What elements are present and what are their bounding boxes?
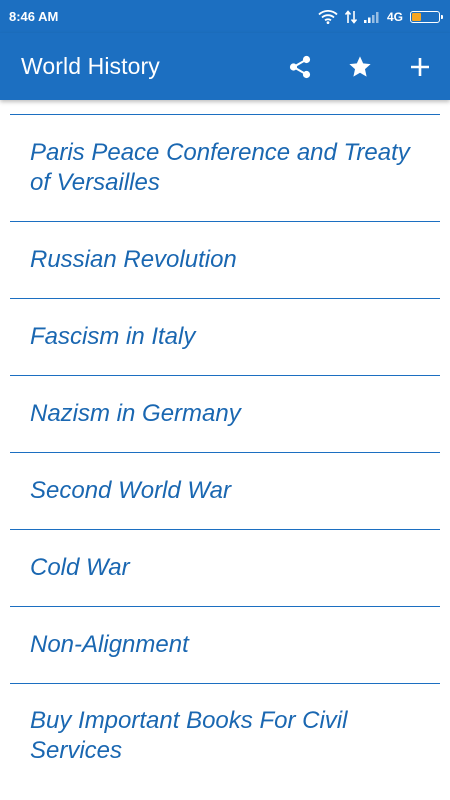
status-icons: 4G bbox=[318, 9, 443, 24]
battery-level bbox=[412, 12, 422, 21]
add-button[interactable] bbox=[390, 33, 450, 100]
network-type: 4G bbox=[386, 9, 403, 24]
topic-item[interactable]: Nazism in Germany bbox=[10, 376, 440, 453]
topic-item[interactable]: Paris Peace Conference and Treaty of Ver… bbox=[10, 115, 440, 222]
topic-list: Paris Peace Conference and Treaty of Ver… bbox=[10, 115, 440, 784]
status-bar: 8:46 AM 4G bbox=[0, 0, 450, 33]
data-transfer-icon bbox=[344, 9, 357, 24]
topic-item[interactable]: Buy Important Books For Civil Services bbox=[10, 684, 440, 784]
plus-icon bbox=[409, 56, 431, 78]
signal-icon bbox=[363, 11, 380, 23]
star-icon bbox=[347, 54, 373, 80]
topic-item[interactable]: Fascism in Italy bbox=[10, 299, 440, 376]
status-time: 8:46 AM bbox=[9, 9, 59, 24]
wifi-icon bbox=[318, 9, 338, 24]
app-title: World History bbox=[21, 53, 160, 79]
share-icon bbox=[287, 54, 313, 80]
topic-item[interactable]: Second World War bbox=[10, 453, 440, 530]
app-bar: World History bbox=[0, 33, 450, 100]
battery-icon bbox=[410, 10, 443, 23]
topic-item[interactable]: Russian Revolution bbox=[10, 222, 440, 299]
share-button[interactable] bbox=[270, 33, 330, 100]
favorite-button[interactable] bbox=[330, 33, 390, 100]
topic-item[interactable]: Non-Alignment bbox=[10, 607, 440, 684]
topic-item[interactable]: Cold War bbox=[10, 530, 440, 607]
